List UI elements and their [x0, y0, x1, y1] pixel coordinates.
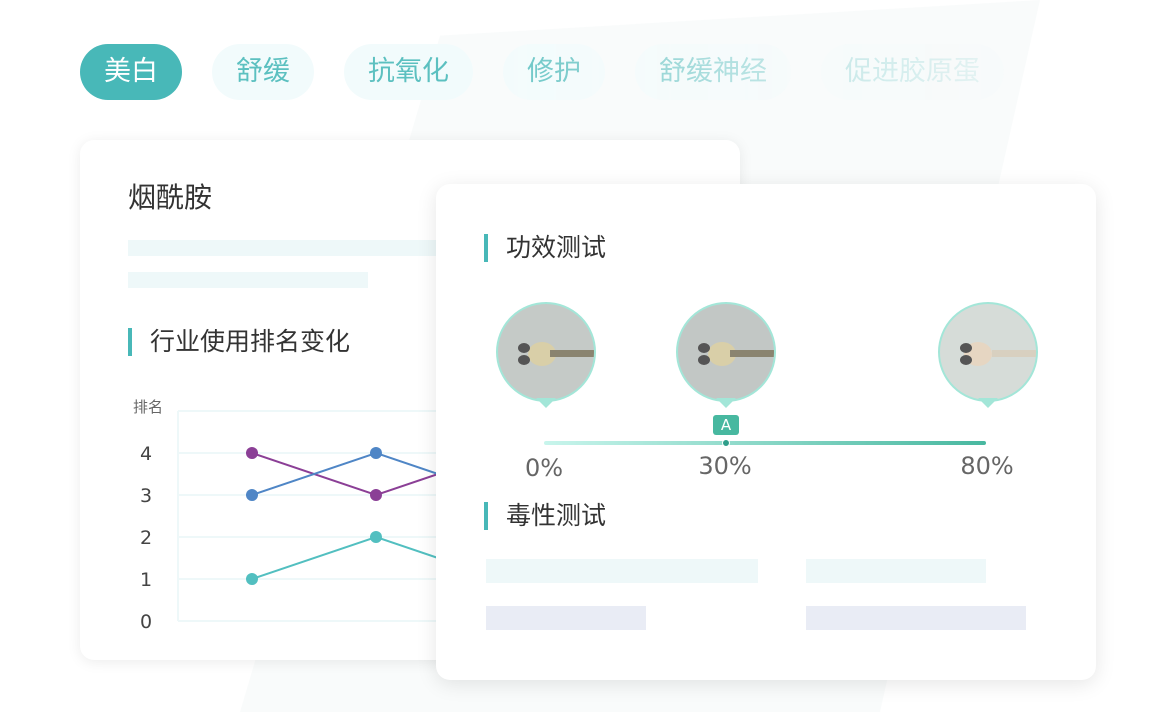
tab-repair[interactable]: 修护 [503, 44, 605, 100]
placeholder-bar [486, 606, 646, 630]
tab-antioxidant[interactable]: 抗氧化 [344, 44, 473, 100]
category-tabs: 美白 舒缓 抗氧化 修护 舒缓神经 促进胶原蛋 [80, 44, 1020, 100]
zebrafish-image [676, 302, 776, 402]
slider-marker: A [713, 415, 739, 435]
tab-soothing[interactable]: 舒缓 [212, 44, 314, 100]
y-tick-label: 3 [140, 485, 152, 507]
zebrafish-image [938, 302, 1038, 402]
y-tick-label: 2 [140, 527, 152, 549]
test-card: 功效测试 A 0% 30% 80% 毒性测试 [436, 184, 1096, 680]
slider-handle[interactable] [722, 439, 730, 447]
data-point [246, 489, 258, 501]
y-tick-label: 4 [140, 443, 152, 465]
data-point [370, 531, 382, 543]
zebrafish-image [496, 302, 596, 402]
slider-track[interactable] [544, 441, 986, 445]
placeholder-bar [486, 559, 758, 583]
pct-label: 80% [960, 452, 1014, 480]
data-point [370, 447, 382, 459]
pct-label: 0% [524, 454, 564, 482]
placeholder-bar [806, 559, 986, 583]
tab-soothing-nerve[interactable]: 舒缓神经 [635, 44, 791, 100]
data-point [246, 447, 258, 459]
data-point [246, 573, 258, 585]
pct-label: 30% [698, 452, 752, 480]
tab-collagen[interactable]: 促进胶原蛋 [821, 44, 1004, 100]
pin-pointer-icon [536, 398, 556, 408]
pin-pointer-icon [978, 398, 998, 408]
pin-pointer-icon [716, 398, 736, 408]
data-point [370, 489, 382, 501]
y-axis-label: 排名 [133, 398, 163, 416]
efficacy-title: 功效测试 [484, 234, 606, 262]
toxicity-title: 毒性测试 [484, 502, 606, 530]
y-tick-label: 1 [140, 569, 152, 591]
tab-whitening[interactable]: 美白 [80, 44, 182, 100]
placeholder-bar [806, 606, 1026, 630]
y-tick-label: 0 [140, 611, 152, 633]
